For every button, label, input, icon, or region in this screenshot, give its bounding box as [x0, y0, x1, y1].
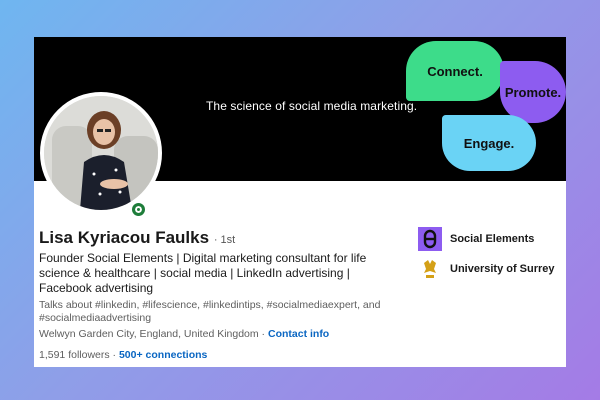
engage-label: Engage. — [463, 135, 515, 151]
avatar-photo — [44, 96, 158, 210]
location-text: Welwyn Garden City, England, United King… — [39, 328, 266, 340]
profile-headline: Founder Social Elements | Digital market… — [39, 251, 367, 295]
connect-bubble: Connect. — [406, 41, 504, 101]
profile-name-row: Lisa Kyriacou Faulks · 1st — [39, 228, 235, 248]
network-separator: · — [109, 349, 119, 361]
connection-degree: · 1st — [213, 234, 236, 246]
org-name: Social Elements — [450, 233, 535, 245]
profile-name: Lisa Kyriacou Faulks — [39, 228, 210, 247]
contact-info-link[interactable]: Contact info — [268, 328, 329, 340]
org-name: University of Surrey — [450, 263, 555, 275]
profile-card: The science of social media marketing. C… — [34, 37, 566, 367]
engage-bubble: Engage. — [442, 115, 536, 171]
connections-link[interactable]: 500+ connections — [119, 349, 207, 361]
location-row: Welwyn Garden City, England, United King… — [39, 328, 329, 340]
profile-avatar[interactable] — [40, 92, 162, 214]
banner-tagline: The science of social media marketing. — [206, 99, 418, 113]
talks-about: Talks about #linkedin, #lifescience, #li… — [39, 299, 381, 324]
promote-label: Promote. — [504, 84, 562, 100]
org-university-of-surrey[interactable]: University of Surrey — [418, 257, 555, 281]
followers-count: 1,591 followers — [39, 349, 110, 361]
connect-label: Connect. — [427, 63, 483, 79]
org-social-elements[interactable]: Social Elements — [418, 227, 534, 251]
network-row: 1,591 followers · 500+ connections — [39, 349, 207, 361]
social-elements-logo-icon — [418, 227, 442, 251]
promote-bubble: Promote. — [500, 61, 566, 123]
online-status-icon — [129, 200, 147, 218]
university-crest-icon — [418, 257, 442, 281]
